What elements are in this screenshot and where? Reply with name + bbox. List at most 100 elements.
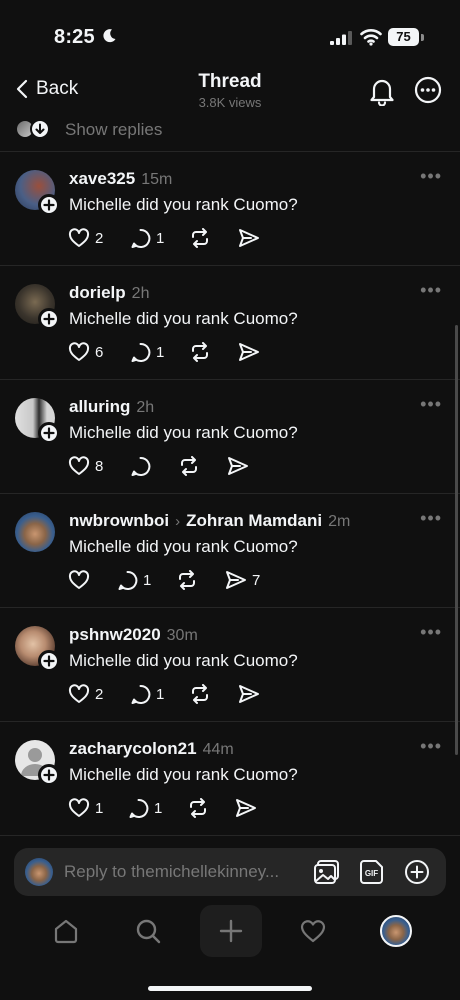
- reply-button[interactable]: 1: [117, 570, 151, 591]
- gif-icon[interactable]: GIF: [359, 859, 385, 885]
- tab-activity[interactable]: [282, 905, 344, 957]
- tab-create[interactable]: [200, 905, 262, 957]
- reply-button[interactable]: 1: [130, 342, 164, 363]
- share-button[interactable]: [238, 228, 265, 248]
- reply-to-username[interactable]: Zohran Mamdani: [186, 511, 322, 531]
- arrow-down-icon: [30, 119, 50, 139]
- follow-plus-icon[interactable]: [38, 194, 60, 216]
- avatar: [380, 915, 412, 947]
- reply-input[interactable]: [64, 862, 304, 882]
- username[interactable]: nwbrownboi: [69, 511, 169, 531]
- follow-plus-icon[interactable]: [38, 422, 60, 444]
- repost-button[interactable]: [189, 684, 211, 704]
- timestamp: 15m: [141, 171, 173, 188]
- username[interactable]: zacharycolon21: [69, 739, 197, 759]
- tab-search[interactable]: [117, 905, 179, 957]
- share-count: 7: [252, 571, 261, 589]
- share-button[interactable]: 7: [225, 570, 260, 590]
- more-icon[interactable]: •••: [420, 622, 442, 643]
- heart-icon: [68, 570, 90, 589]
- reply-count: 1: [156, 344, 165, 361]
- replier-avatars: [16, 119, 54, 141]
- post-header: xave325 15m: [69, 169, 172, 189]
- follow-plus-icon[interactable]: [38, 764, 60, 786]
- battery-indicator: 75: [388, 28, 419, 46]
- status-time: 8:25: [54, 26, 95, 48]
- repost-button[interactable]: [176, 570, 198, 590]
- reply-button[interactable]: 1: [130, 684, 164, 705]
- tab-profile[interactable]: [365, 905, 427, 957]
- follow-plus-icon[interactable]: [38, 650, 60, 672]
- more-icon[interactable]: •••: [420, 166, 442, 187]
- plus-icon: [219, 919, 243, 943]
- signal-icon: [330, 31, 352, 45]
- status-bar: 8:25 75: [0, 0, 460, 72]
- share-button[interactable]: [235, 798, 262, 818]
- repost-button[interactable]: [189, 228, 211, 248]
- comment-icon: [129, 798, 149, 818]
- share-button[interactable]: [238, 342, 265, 362]
- like-button[interactable]: 2: [68, 684, 103, 704]
- timestamp: 2m: [328, 513, 351, 530]
- like-button[interactable]: 2: [68, 228, 103, 248]
- show-replies-row[interactable]: Show replies: [0, 116, 460, 152]
- like-button[interactable]: 1: [68, 798, 103, 818]
- repost-icon: [181, 456, 197, 476]
- reply-button[interactable]: 1: [130, 228, 164, 249]
- follow-plus-icon[interactable]: [38, 308, 60, 330]
- more-icon[interactable]: •••: [420, 280, 442, 301]
- list-item: nwbrownboi › Zohran Mamdani 2m ••• Miche…: [0, 494, 460, 608]
- reply-count: 1: [154, 800, 163, 817]
- repost-icon: [179, 570, 195, 590]
- scrollbar[interactable]: [455, 325, 458, 755]
- like-button[interactable]: [68, 570, 95, 590]
- avatar[interactable]: [15, 512, 55, 552]
- post-header: pshnw2020 30m: [69, 625, 198, 645]
- post-actions: 6 1: [68, 342, 368, 366]
- timestamp: 2h: [136, 399, 155, 416]
- share-button[interactable]: [227, 456, 254, 476]
- reply-count: 1: [156, 230, 165, 247]
- battery-tip: [421, 34, 424, 41]
- more-icon[interactable]: •••: [420, 394, 442, 415]
- post-text: Michelle did you rank Cuomo?: [69, 537, 298, 556]
- bell-icon[interactable]: [368, 76, 396, 106]
- repost-icon: [192, 684, 208, 704]
- username[interactable]: dorielp: [69, 283, 126, 303]
- share-button[interactable]: [238, 684, 265, 704]
- send-icon: [236, 799, 256, 817]
- tab-home[interactable]: [35, 905, 97, 957]
- send-icon: [239, 343, 259, 361]
- tab-bar: [0, 905, 460, 969]
- username[interactable]: pshnw2020: [69, 625, 161, 645]
- post-header: dorielp 2h: [69, 283, 149, 303]
- add-circle-icon[interactable]: [404, 859, 430, 885]
- username[interactable]: alluring: [69, 397, 130, 417]
- like-button[interactable]: 6: [68, 342, 103, 362]
- post-header: alluring 2h: [69, 397, 154, 417]
- thread-header: Back Thread 3.8K views: [0, 70, 460, 116]
- comment-icon: [131, 228, 151, 248]
- repost-button[interactable]: [178, 456, 200, 476]
- like-count: 6: [95, 343, 104, 361]
- repost-icon: [192, 228, 208, 248]
- heart-icon: [68, 228, 90, 247]
- more-options-icon[interactable]: [414, 76, 442, 104]
- reply-button[interactable]: [130, 456, 156, 477]
- send-icon: [228, 457, 248, 475]
- send-icon: [226, 571, 246, 589]
- repost-button[interactable]: [187, 798, 209, 818]
- image-icon[interactable]: [313, 859, 341, 885]
- list-item: alluring 2h ••• Michelle did you rank Cu…: [0, 380, 460, 494]
- like-button[interactable]: 8: [68, 456, 103, 476]
- heart-icon: [68, 342, 90, 361]
- wifi-icon: [360, 29, 382, 46]
- heart-icon: [300, 920, 326, 943]
- more-icon[interactable]: •••: [420, 736, 442, 757]
- repost-button[interactable]: [189, 342, 211, 362]
- username[interactable]: xave325: [69, 169, 135, 189]
- post-actions: 1 1: [68, 798, 368, 822]
- more-icon[interactable]: •••: [420, 508, 442, 529]
- list-item: xave325 15m ••• Michelle did you rank Cu…: [0, 152, 460, 266]
- reply-button[interactable]: 1: [128, 798, 162, 819]
